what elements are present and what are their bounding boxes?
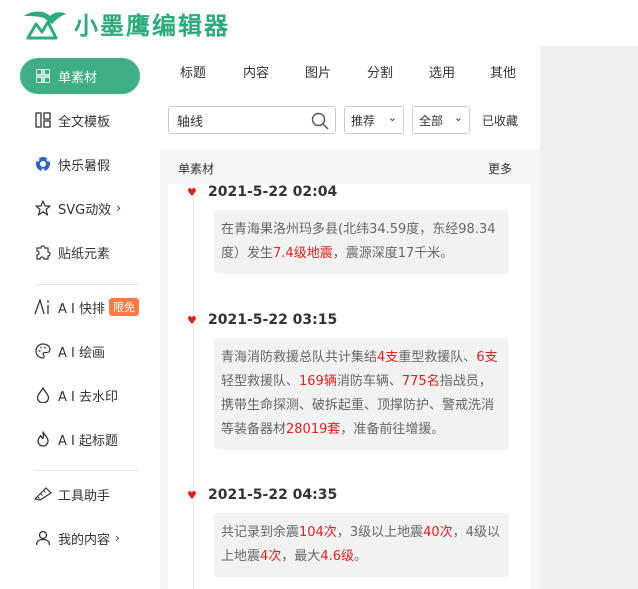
heart-icon: ♥	[187, 314, 197, 327]
sidebar-item-label: A I 绘画	[58, 345, 105, 361]
highlight-value: 6支	[476, 350, 498, 365]
text-segment: 。	[354, 549, 368, 564]
timeline-date: 2021-5-22 03:15	[208, 312, 338, 328]
text-segment: ，准备前往增援。	[340, 422, 445, 437]
palette-icon	[34, 342, 52, 360]
text-segment: 重型救援队、	[398, 350, 477, 365]
list-header: 单素材 更多	[160, 150, 540, 184]
highlight-value: 28019套	[286, 422, 341, 437]
sidebar-item-full-template[interactable]: 全文模板	[20, 102, 140, 138]
puzzle-icon	[34, 243, 52, 261]
template-icon	[34, 111, 52, 129]
scope-select-value: 全部	[419, 113, 444, 128]
timeline-text: 青海消防救援总队共计集结4支重型救援队、6支轻型救援队、169辆消防车辆、775…	[214, 338, 509, 450]
sidebar-item-ai-title[interactable]: A I 起标题	[20, 421, 140, 457]
highlight-value: 4次	[260, 549, 282, 564]
highlight-value: 4.6级	[320, 549, 354, 564]
sidebar-item-label: A I 去水印	[58, 389, 118, 405]
category-tabs: 标题 内容 图片 分割 选用 其他	[160, 62, 540, 86]
timeline-text: 共记录到余震104次，3级以上地震40次，4级以上地震4次，最大4.6级。	[214, 513, 509, 577]
material-list: 单素材 更多 ♥ 2021-5-22 02:04 在青海果洛州玛多县(北纬34.…	[160, 150, 540, 589]
tab-content[interactable]: 内容	[243, 62, 269, 81]
sidebar-item-label: A I 起标题	[58, 433, 118, 449]
tab-other[interactable]: 其他	[490, 62, 516, 81]
heart-icon: ♥	[187, 489, 197, 502]
sidebar-item-label: 全文模板	[58, 114, 111, 130]
sidebar-item-svg-effects[interactable]: SVG动效 ›	[20, 190, 140, 226]
tab-selected[interactable]: 选用	[429, 62, 455, 81]
star-icon	[34, 199, 52, 217]
timeline-date: 2021-5-22 02:04	[208, 184, 338, 200]
highlight-value: 169辆	[299, 374, 337, 389]
sidebar-item-ai-watermark[interactable]: A I 去水印	[20, 377, 140, 413]
top-bar: 小墨鹰编辑器	[0, 0, 638, 46]
sidebar-item-ai-painting[interactable]: A I 绘画	[20, 333, 140, 369]
chevron-right-icon: ›	[116, 201, 122, 215]
search-icon[interactable]	[311, 112, 329, 130]
chevron-down-icon: ⌄	[387, 111, 397, 124]
list-title: 单素材	[178, 162, 215, 176]
sidebar-item-label: A I 快排	[58, 301, 105, 317]
highlight-value: 40次	[423, 525, 453, 540]
sort-select-value: 推荐	[351, 113, 376, 128]
text-segment: 轻型救援队、	[221, 374, 300, 389]
favorites-link[interactable]: 已收藏	[482, 112, 518, 129]
heart-icon: ♥	[187, 186, 197, 199]
logo[interactable]: 小墨鹰编辑器	[22, 6, 230, 41]
sidebar-item-label: 贴纸元素	[58, 246, 111, 262]
more-link[interactable]: 更多	[488, 160, 512, 177]
text-segment: ，3级以上地震	[336, 525, 424, 540]
highlight-value: 7.4级地震	[273, 246, 333, 261]
text-segment: ，震源深度17千米。	[332, 246, 454, 261]
sidebar-item-label: 我的内容	[58, 532, 111, 548]
text-segment: 共记录到余震	[221, 525, 300, 540]
football-icon	[34, 155, 52, 173]
tab-divider[interactable]: 分割	[367, 62, 393, 81]
sidebar-item-tools[interactable]: 工具助手	[20, 476, 140, 512]
sidebar-item-my-content[interactable]: 我的内容 ›	[20, 520, 140, 556]
sort-select[interactable]: 推荐 ⌄	[344, 106, 404, 134]
sidebar-item-label: 单素材	[58, 70, 98, 86]
search-box	[168, 106, 336, 134]
sidebar-item-label: SVG动效	[58, 202, 112, 218]
search-input[interactable]	[177, 112, 307, 128]
timeline-date: 2021-5-22 04:35	[208, 487, 338, 503]
app-name: 小墨鹰编辑器	[74, 12, 230, 40]
tab-title[interactable]: 标题	[180, 62, 206, 81]
timeline-text: 在青海果洛州玛多县(北纬34.59度，东经98.34度）发生7.4级地震，震源深…	[214, 210, 509, 274]
sidebar-divider	[34, 284, 138, 285]
flame-icon	[34, 430, 52, 448]
text-segment: 青海消防救援总队共计集结	[221, 350, 378, 365]
grid-icon	[34, 67, 52, 85]
tab-image[interactable]: 图片	[305, 62, 331, 81]
scope-select[interactable]: 全部 ⌄	[412, 106, 470, 134]
ai-icon	[34, 298, 52, 316]
highlight-value: 104次	[299, 525, 337, 540]
highlight-value: 775名	[401, 374, 440, 389]
text-segment: 消防车辆、	[336, 374, 402, 389]
user-icon	[34, 529, 52, 547]
timeline-axis	[193, 184, 194, 589]
chevron-down-icon: ⌄	[453, 111, 463, 124]
sidebar-item-summer[interactable]: 快乐暑假	[20, 146, 140, 182]
chevron-right-icon: ›	[115, 531, 120, 545]
sidebar-item-label: 工具助手	[58, 488, 111, 504]
canvas-area	[540, 46, 638, 589]
sidebar-item-ai-layout[interactable]: A I 快排 限免	[20, 289, 140, 325]
free-badge: 限免	[109, 298, 139, 316]
main-panel: 标题 内容 图片 分割 选用 其他 推荐 ⌄ 全部 ⌄ 已收藏 单素材 更多 ♥…	[160, 46, 540, 589]
sidebar-divider	[34, 470, 138, 471]
sidebar-item-stickers[interactable]: 贴纸元素	[20, 234, 140, 270]
text-segment: ，最大	[281, 549, 321, 564]
timeline-card[interactable]: ♥ 2021-5-22 02:04 在青海果洛州玛多县(北纬34.59度，东经9…	[168, 184, 530, 589]
sidebar-item-single-material[interactable]: 单素材	[20, 58, 140, 94]
ruler-icon	[34, 485, 52, 503]
highlight-value: 4支	[377, 350, 399, 365]
drop-icon	[34, 386, 52, 404]
eagle-logo-icon	[24, 11, 66, 39]
sidebar: 单素材 全文模板 快乐暑假 SVG动效 › 贴纸元素 A I 快排 限免 A I…	[0, 46, 160, 589]
sidebar-item-label: 快乐暑假	[58, 158, 111, 174]
